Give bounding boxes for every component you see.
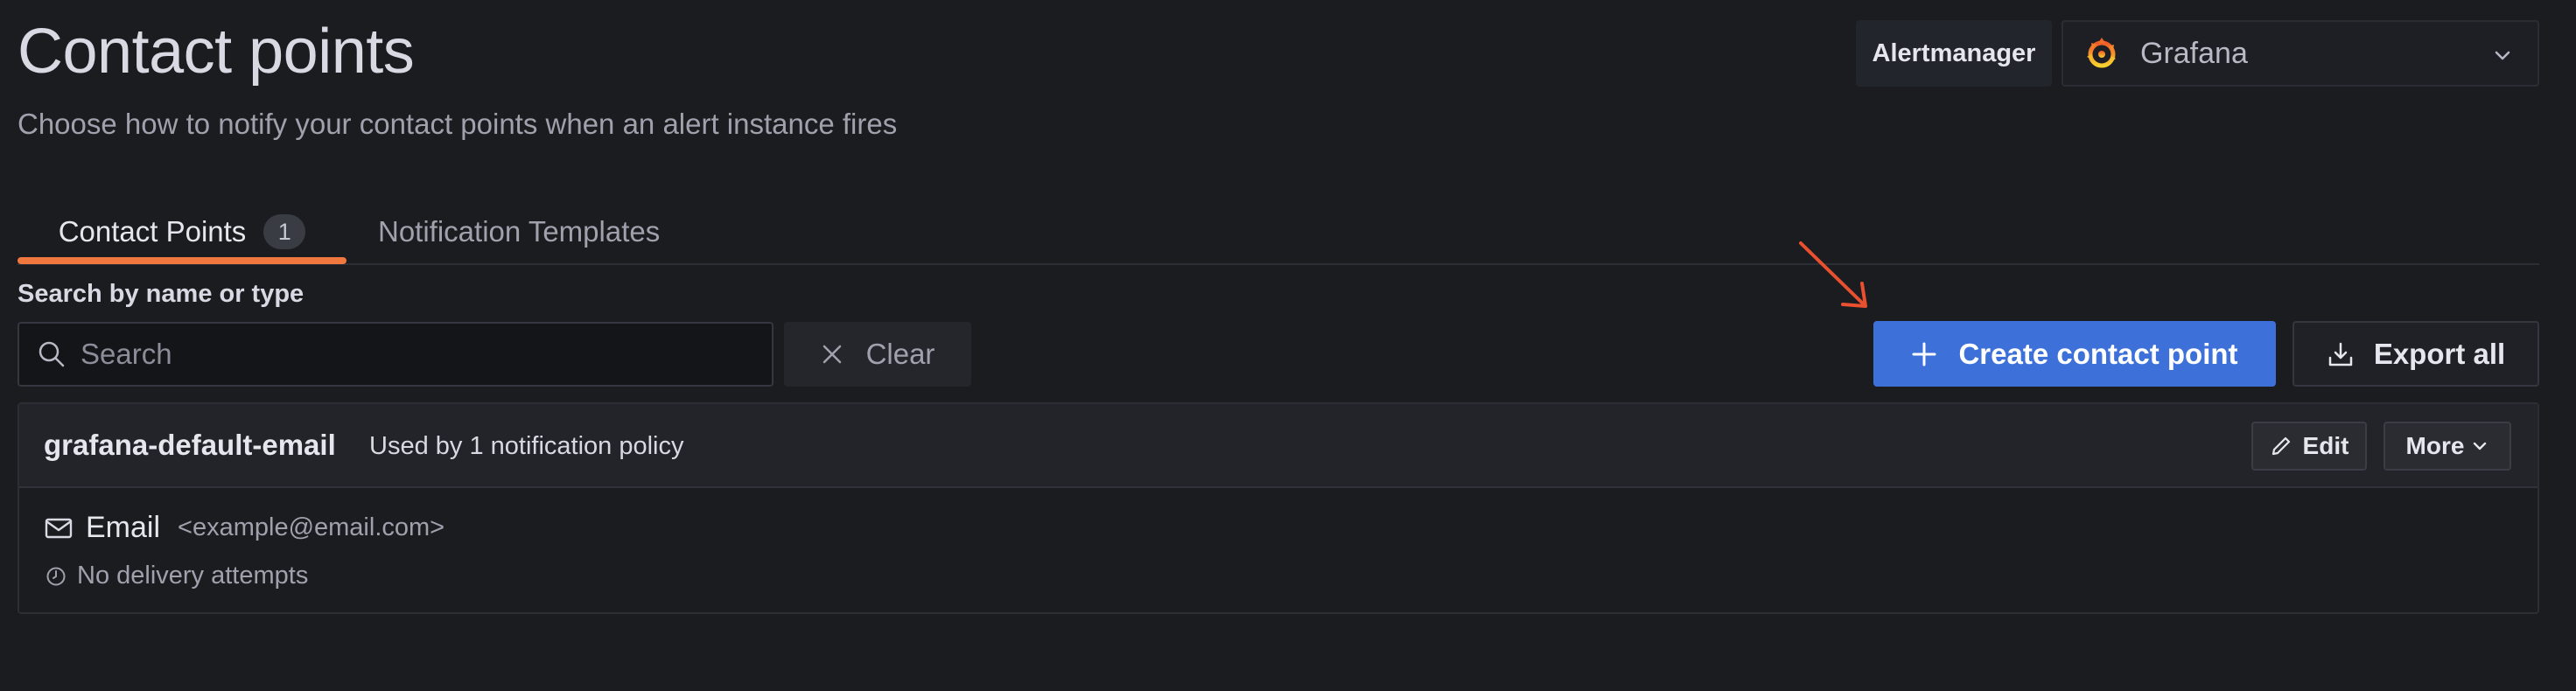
integration-address: <example@email.com> xyxy=(178,513,445,541)
plus-icon xyxy=(1912,342,1936,366)
alertmanager-select[interactable]: Grafana xyxy=(2062,20,2539,87)
envelope-icon xyxy=(45,518,73,538)
annotation-arrow-icon xyxy=(1799,241,1867,308)
active-tab-indicator xyxy=(18,257,346,264)
tab-count-badge: 1 xyxy=(263,214,306,249)
tab-label: Contact Points xyxy=(58,215,247,248)
clock-icon xyxy=(46,567,66,585)
export-button-label: Export all xyxy=(2373,337,2506,370)
edit-button-label: Edit xyxy=(2302,432,2349,459)
integration-row: Email <example@email.com> xyxy=(44,511,444,545)
tab-notification-templates[interactable]: Notification Templates xyxy=(378,199,660,264)
more-button[interactable]: More xyxy=(2384,422,2511,471)
search-label: Search by name or type xyxy=(18,280,304,308)
export-all-button[interactable]: Export all xyxy=(2292,321,2539,387)
contact-point-name: grafana-default-email xyxy=(44,429,336,461)
alertmanager-label: Alertmanager xyxy=(1856,20,2052,87)
delivery-status-row: No delivery attempts xyxy=(46,562,308,590)
tab-contact-points[interactable]: Contact Points 1 xyxy=(18,199,346,264)
page-title: Contact points xyxy=(18,17,415,87)
chevron-down-icon xyxy=(2495,51,2510,60)
grafana-logo-icon xyxy=(2087,38,2116,68)
download-icon xyxy=(2328,342,2353,366)
alertmanager-selected-value: Grafana xyxy=(2140,36,2248,70)
delivery-status: No delivery attempts xyxy=(77,562,309,590)
integration-type: Email xyxy=(86,511,161,544)
close-icon xyxy=(822,345,841,364)
search-input[interactable] xyxy=(79,337,747,372)
clear-button[interactable]: Clear xyxy=(784,322,971,387)
create-contact-point-button[interactable]: Create contact point xyxy=(1873,321,2276,387)
more-button-label: More xyxy=(2405,432,2465,459)
contact-point-usage: Used by 1 notification policy xyxy=(369,432,684,460)
clear-button-label: Clear xyxy=(865,338,935,370)
chevron-down-icon xyxy=(2474,442,2487,450)
create-button-label: Create contact point xyxy=(1958,337,2238,370)
search-field[interactable] xyxy=(18,322,774,387)
pencil-icon xyxy=(2272,436,2290,456)
page-subtitle: Choose how to notify your contact points… xyxy=(18,108,898,140)
search-icon xyxy=(38,341,65,367)
edit-button[interactable]: Edit xyxy=(2251,422,2367,471)
